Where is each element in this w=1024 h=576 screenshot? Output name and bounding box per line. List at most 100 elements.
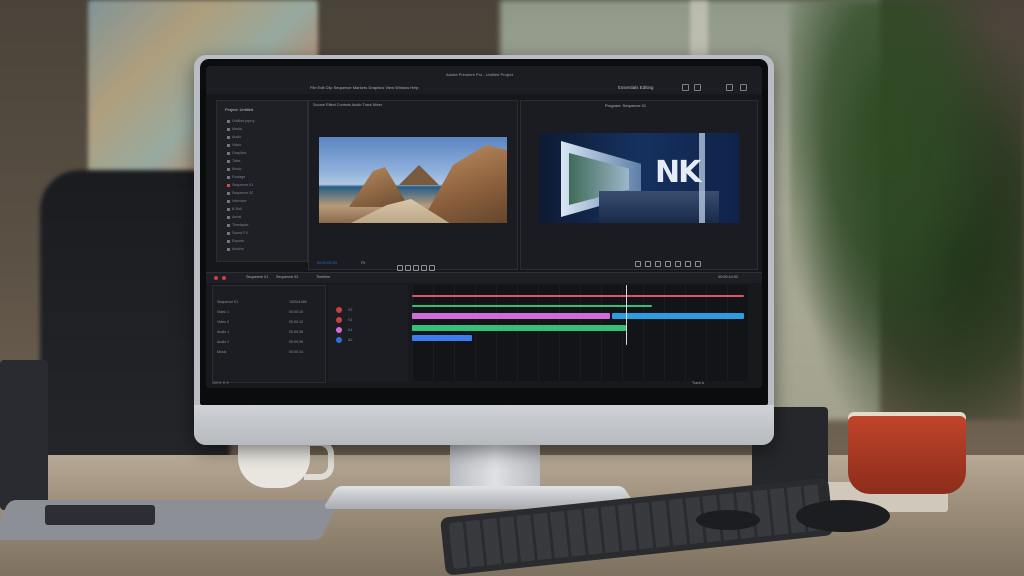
- file-icon: [227, 159, 230, 163]
- video-editor-screen: Adobe Premiere Pro - Untitled Project Fi…: [206, 66, 762, 388]
- project-item[interactable]: Graphics: [227, 151, 246, 155]
- project-item[interactable]: Music: [227, 167, 241, 171]
- settings-icon[interactable]: [682, 84, 689, 91]
- clip-red-line: [412, 295, 744, 297]
- timeline-tabbar: Sequence 01 Sequence 02 Timeline 00:00:1…: [206, 273, 762, 283]
- prog-extract-icon[interactable]: [685, 261, 691, 267]
- track-header-label: A2: [348, 338, 353, 342]
- file-icon: [227, 119, 230, 123]
- file-icon: [227, 175, 230, 179]
- prog-lift-icon[interactable]: [675, 261, 681, 267]
- mark-in-icon[interactable]: [397, 265, 403, 271]
- track-row-value: 00:00:10: [289, 310, 303, 314]
- track-row-label: Music: [217, 350, 227, 354]
- app-menu[interactable]: File Edit Clip Sequence Markers Graphics…: [310, 85, 419, 90]
- file-icon: [227, 215, 230, 219]
- track-row[interactable]: Music 00:00:14: [217, 350, 303, 354]
- program-logo: NK: [655, 155, 701, 190]
- program-monitor-tab[interactable]: Program: Sequence 01: [605, 103, 646, 108]
- source-monitor-tabs[interactable]: Source Effect Controls Audio Track Mixer: [313, 103, 382, 107]
- prog-mark-in-icon[interactable]: [635, 261, 641, 267]
- project-item-label: Exports: [232, 239, 245, 243]
- window-title: Adobe Premiere Pro - Untitled Project: [446, 72, 513, 77]
- project-item-label: Graphics: [232, 151, 247, 155]
- track-row-label: Video 1: [217, 310, 230, 314]
- project-item-label: Timelapse: [232, 223, 249, 227]
- monitor-chin: [194, 405, 774, 445]
- step-forward-icon[interactable]: [421, 265, 427, 271]
- clip-cyan: [612, 313, 744, 319]
- laptop-keyboard: [45, 505, 155, 525]
- project-item[interactable]: Footage: [227, 175, 245, 179]
- prog-step-forward-icon[interactable]: [665, 261, 671, 267]
- record-dot-icon[interactable]: [222, 276, 226, 280]
- file-icon: [227, 151, 230, 155]
- project-item-label: Titles: [232, 159, 241, 163]
- timeline-tab-2[interactable]: Sequence 02: [276, 275, 298, 279]
- workspace-switcher[interactable]: Essentials Editing: [618, 85, 654, 90]
- track-row[interactable]: Audio 1 00:00:08: [217, 330, 303, 334]
- project-item[interactable]: Timelapse: [227, 223, 248, 227]
- file-icon: [227, 223, 230, 227]
- timeline-zoom[interactable]: 100% ⟲ ⟳: [212, 381, 229, 385]
- track-row[interactable]: Video 2 00:00:12: [217, 320, 303, 324]
- project-item-label: B-Roll: [232, 207, 242, 211]
- track-row-label: Video 2: [217, 320, 230, 324]
- track-toggle-icon[interactable]: [336, 337, 342, 343]
- project-item[interactable]: Aerial: [227, 215, 241, 219]
- project-item[interactable]: Interview: [227, 199, 246, 203]
- file-icon: [227, 143, 230, 147]
- prog-export-frame-icon[interactable]: [695, 261, 701, 267]
- step-back-icon[interactable]: [405, 265, 411, 271]
- file-icon: [227, 183, 230, 187]
- project-item[interactable]: Archive: [227, 247, 244, 251]
- track-toggle-icon[interactable]: [336, 317, 342, 323]
- track-row-label: Audio 2: [217, 340, 230, 344]
- project-item-label: Archive: [232, 247, 244, 251]
- expand-icon[interactable]: [740, 84, 747, 91]
- prog-step-back-icon[interactable]: [645, 261, 651, 267]
- white-mug-handle: [304, 440, 334, 480]
- project-item[interactable]: Sequence 02: [227, 191, 253, 195]
- project-item[interactable]: Video: [227, 143, 241, 147]
- mountain-left: [349, 167, 409, 207]
- track-row-value: 00:00:14: [289, 350, 303, 354]
- source-preview-landscape: [319, 137, 507, 223]
- project-item[interactable]: B-Roll: [227, 207, 242, 211]
- share-icon[interactable]: [694, 84, 701, 91]
- track-toggle-icon[interactable]: [336, 307, 342, 313]
- project-item-label: Sequence 02: [232, 191, 254, 195]
- search-icon[interactable]: [726, 84, 733, 91]
- timeline-tracks[interactable]: [412, 285, 748, 381]
- project-item[interactable]: Untitled.prproj: [227, 119, 254, 123]
- project-panel: Project: Untitled Untitled.prproj Media Au…: [216, 100, 308, 262]
- file-icon: [227, 191, 230, 195]
- project-item[interactable]: Media: [227, 127, 242, 131]
- file-icon: [227, 207, 230, 211]
- timeline-tab-1[interactable]: Sequence 01: [246, 275, 268, 279]
- clip-magenta: [412, 313, 610, 319]
- file-icon: [227, 167, 230, 171]
- mouse-small: [696, 510, 760, 530]
- project-item-label: Aerial: [232, 215, 242, 219]
- project-item[interactable]: Titles: [227, 159, 240, 163]
- prog-play-icon[interactable]: [655, 261, 661, 267]
- track-row[interactable]: Sequence 01 1920x1080: [217, 300, 307, 304]
- project-item[interactable]: Exports: [227, 239, 244, 243]
- project-item[interactable]: Audio: [227, 135, 241, 139]
- track-row-value: 00:00:06: [289, 340, 303, 344]
- project-item-label: Video: [232, 143, 242, 147]
- source-fit-dropdown[interactable]: Fit: [361, 261, 365, 265]
- play-icon[interactable]: [413, 265, 419, 271]
- timeline-timecode: 00:00:14:02: [718, 275, 739, 279]
- project-item[interactable]: Sound FX: [227, 231, 248, 235]
- insert-icon[interactable]: [429, 265, 435, 271]
- project-item[interactable]: Sequence 01: [227, 183, 253, 187]
- track-row[interactable]: Audio 2 00:00:06: [217, 340, 303, 344]
- timeline-tab-3[interactable]: Timeline: [316, 275, 330, 279]
- track-toggle-icon[interactable]: [336, 327, 342, 333]
- track-row[interactable]: Video 1 00:00:10: [217, 310, 303, 314]
- clip-green-line: [412, 305, 652, 307]
- close-dot-icon[interactable]: [214, 276, 218, 280]
- source-timecode: 00:00:00:00: [317, 261, 338, 265]
